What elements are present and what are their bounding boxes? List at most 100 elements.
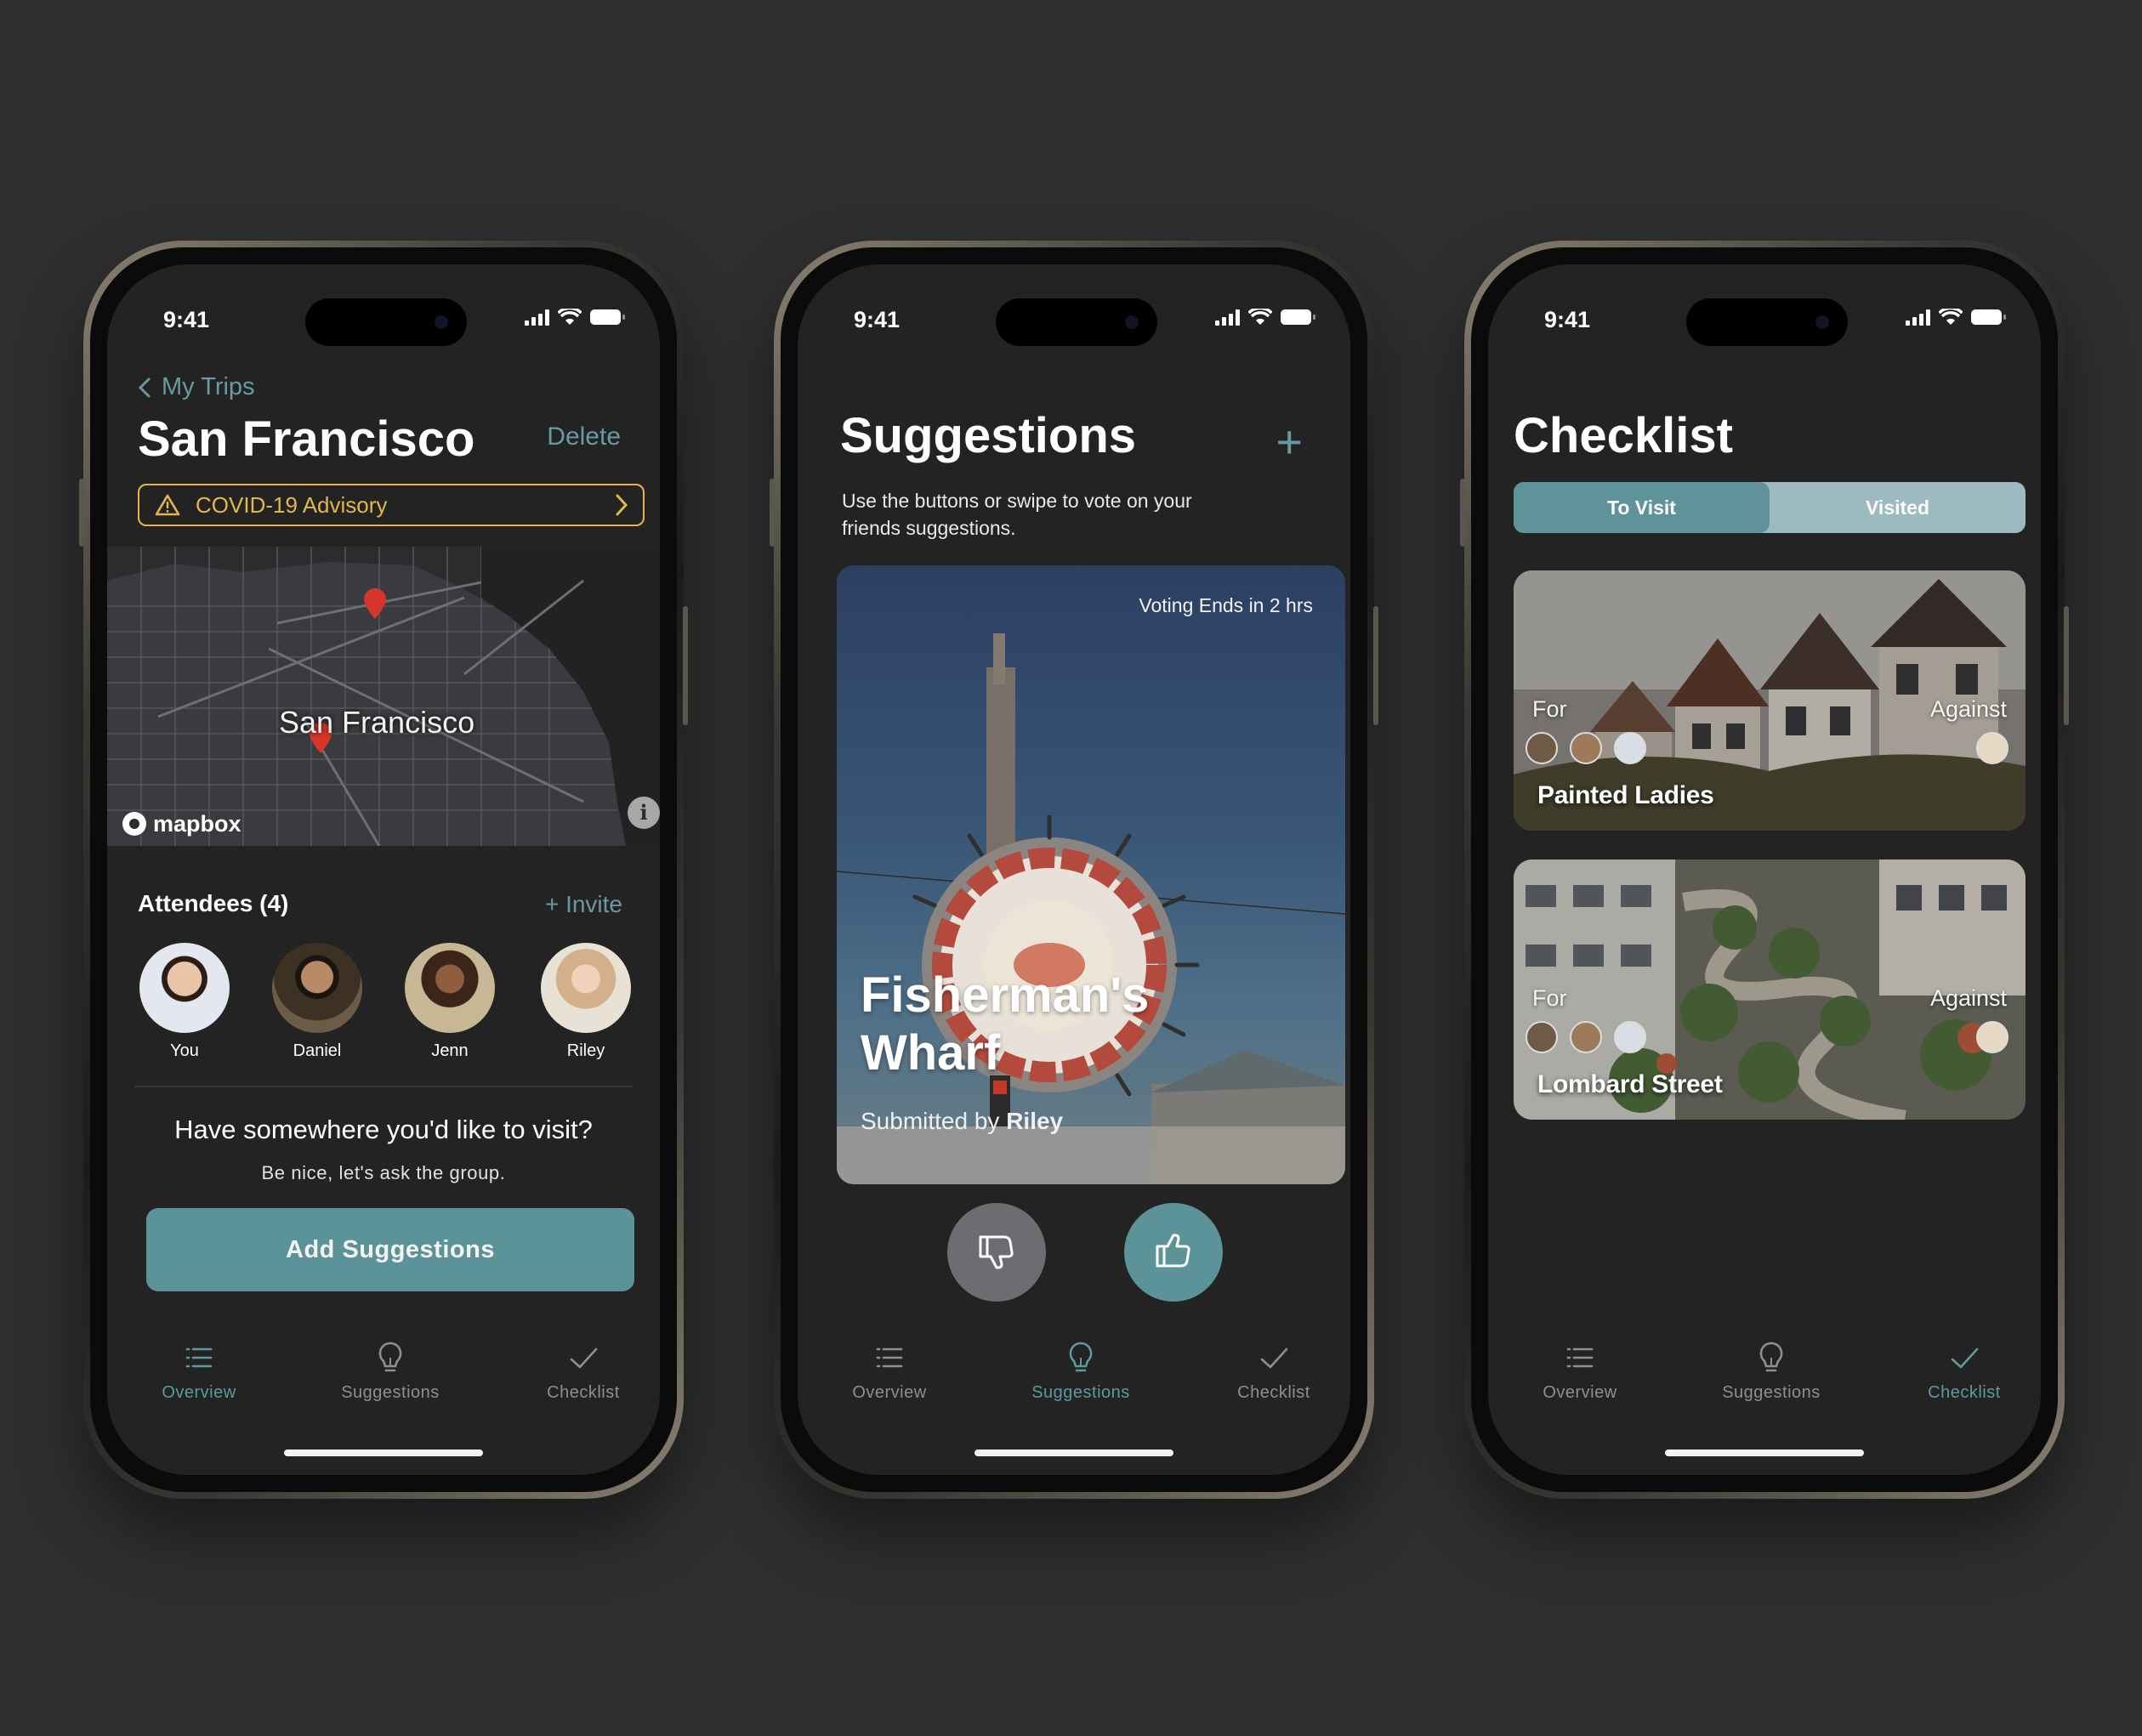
power-button [683, 606, 688, 725]
against-label: Against [1929, 985, 2007, 1011]
voter-avatar [1526, 1021, 1558, 1053]
wifi-icon [558, 309, 582, 325]
power-button [2064, 606, 2069, 725]
tab-label: Overview [162, 1383, 236, 1402]
attendee-daniel[interactable]: Daniel [262, 943, 372, 1061]
vote-instructions: Use the buttons or swipe to vote on your… [842, 490, 1192, 539]
place-name: Lombard Street [1537, 1070, 1723, 1098]
tab-suggestions[interactable]: Suggestions [996, 1339, 1166, 1403]
chevron-right-icon [616, 494, 628, 516]
advisory-label: COVID-19 Advisory [196, 491, 388, 518]
fishermans-wharf-sign [837, 633, 1345, 1184]
delete-button[interactable]: Delete [547, 423, 621, 451]
vote-against-button[interactable] [947, 1203, 1046, 1302]
back-button[interactable]: My Trips [138, 373, 255, 401]
camera-dot [1815, 315, 1829, 329]
tab-checklist[interactable]: Checklist [498, 1339, 660, 1403]
attendee-jenn[interactable]: Jenn [395, 943, 505, 1061]
tab-label: Checklist [1237, 1383, 1310, 1402]
home-indicator[interactable] [284, 1450, 483, 1456]
trip-map[interactable]: San Francisco mapbox i [107, 547, 660, 846]
suggestion-prompt: Have somewhere you'd like to visit? [174, 1115, 593, 1144]
tab-bar: Overview Suggestions Checklist [107, 1339, 660, 1432]
avatar [272, 943, 362, 1033]
voter-avatar [1570, 1021, 1602, 1053]
mapbox-icon [122, 812, 146, 836]
tab-suggestions[interactable]: Suggestions [305, 1339, 475, 1403]
list-icon [185, 1347, 213, 1368]
tab-label: Checklist [547, 1383, 620, 1402]
home-indicator[interactable] [974, 1450, 1173, 1456]
page-title: Checklist [1514, 408, 1733, 463]
battery-icon [1281, 309, 1315, 325]
battery-icon [590, 309, 625, 325]
tab-overview[interactable]: Overview [114, 1339, 284, 1403]
signal-icon [1906, 309, 1930, 326]
add-suggestion-button[interactable]: + [1276, 416, 1303, 468]
voter-avatar [1614, 1021, 1646, 1053]
voter-avatar [1976, 1021, 2008, 1053]
tab-label: Overview [1543, 1383, 1617, 1402]
status-icons [1906, 309, 2006, 326]
chevron-left-icon [138, 377, 151, 397]
tab-label: Suggestions [1031, 1383, 1130, 1402]
info-icon[interactable]: i [628, 797, 660, 829]
thumbs-down-icon [979, 1235, 1014, 1268]
battery-icon [1971, 309, 2006, 325]
add-suggestions-button[interactable]: Add Suggestions [146, 1208, 634, 1291]
phone-checklist: 9:41 Checklist To Visit Visited For Agai… [1460, 241, 2069, 1499]
page-title: San Francisco [138, 411, 475, 467]
attendee-name: Daniel [293, 1041, 342, 1060]
checkmark-icon [1951, 1347, 1979, 1369]
tab-checklist[interactable]: Checklist [1189, 1339, 1350, 1403]
attendee-name: Riley [566, 1041, 605, 1060]
home-indicator[interactable] [1665, 1450, 1864, 1456]
suggestion-subprompt: Be nice, let's ask the group. [261, 1162, 506, 1183]
camera-dot [435, 315, 448, 329]
signal-icon [1215, 309, 1240, 326]
attendee-riley[interactable]: Riley [531, 943, 641, 1061]
attendee-name: You [170, 1041, 199, 1060]
status-time: 9:41 [1544, 307, 1591, 332]
tab-bar: Overview Suggestions Checklist [798, 1339, 1350, 1432]
thumbs-up-icon [1156, 1234, 1190, 1267]
place-card-lombard-street[interactable]: For Against Lombard Street [1514, 859, 2026, 1120]
tab-checklist[interactable]: Checklist [1879, 1339, 2041, 1403]
lightbulb-icon [378, 1342, 402, 1372]
tab-label: Suggestions [341, 1383, 440, 1402]
phone-overview: 9:41 My Trips San Francisco Delete COVID… [79, 241, 688, 1499]
tab-overview[interactable]: Overview [1495, 1339, 1665, 1403]
screen-checklist: 9:41 Checklist To Visit Visited For Agai… [1488, 264, 2041, 1475]
checkmark-icon [1260, 1347, 1288, 1369]
voter-avatar [1614, 732, 1646, 764]
place-card-painted-ladies[interactable]: For Against Painted Ladies [1514, 570, 2026, 831]
page-title: Suggestions [840, 408, 1137, 463]
tab-suggestions[interactable]: Suggestions [1686, 1339, 1856, 1403]
suggestion-card[interactable]: Voting Ends in 2 hrs Fisherman's Wharf S… [837, 565, 1345, 1184]
invite-button[interactable]: + Invite [545, 891, 622, 918]
lightbulb-icon [1069, 1342, 1093, 1372]
screen-overview: 9:41 My Trips San Francisco Delete COVID… [107, 264, 660, 1475]
attendee-you[interactable]: You [129, 943, 240, 1061]
segment-to-visit[interactable]: To Visit [1514, 482, 1770, 533]
tab-label: Suggestions [1722, 1383, 1821, 1402]
volume-button [770, 479, 775, 547]
voting-deadline: Voting Ends in 2 hrs [1139, 594, 1313, 616]
voter-avatar [1976, 732, 2008, 764]
segment-visited[interactable]: Visited [1770, 482, 2026, 533]
power-button [1373, 606, 1378, 725]
place-name: Painted Ladies [1537, 781, 1714, 809]
status-time: 9:41 [854, 307, 901, 332]
dynamic-island [996, 298, 1157, 346]
list-icon [876, 1347, 903, 1368]
bezel: 9:41 Suggestions + Use the buttons or sw… [781, 247, 1367, 1492]
vote-for-button[interactable] [1124, 1203, 1223, 1302]
avatar [405, 943, 495, 1033]
map-city-label: San Francisco [279, 705, 475, 740]
submitted-by: Submitted by Riley [861, 1108, 1063, 1135]
against-label: Against [1929, 696, 2007, 722]
covid-advisory-banner[interactable]: COVID-19 Advisory [138, 484, 645, 526]
tab-label: Overview [852, 1383, 927, 1402]
screen-suggestions: 9:41 Suggestions + Use the buttons or sw… [798, 264, 1350, 1475]
tab-overview[interactable]: Overview [804, 1339, 974, 1403]
